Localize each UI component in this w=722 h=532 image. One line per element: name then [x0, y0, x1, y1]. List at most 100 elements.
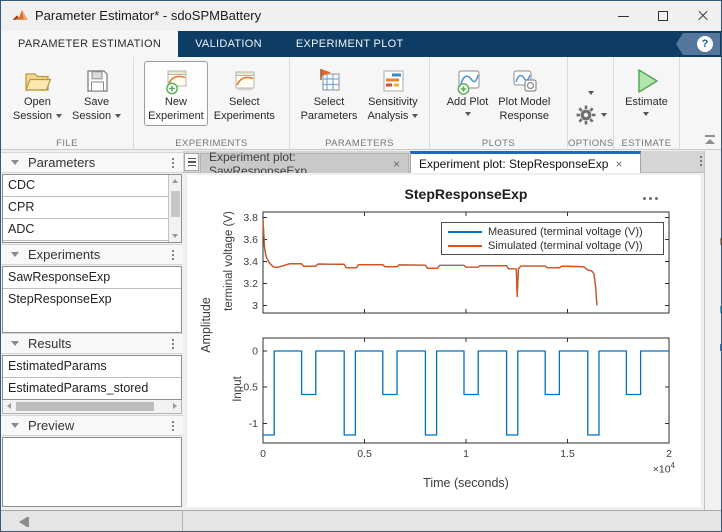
plot-model-response-button[interactable]: Plot Model Response	[494, 61, 554, 126]
plot-model-response-label-2: Response	[500, 110, 550, 124]
title-bar: Parameter Estimator* - sdoSPMBattery	[1, 1, 722, 31]
preview-section-header[interactable]: Preview	[1, 415, 183, 436]
list-item[interactable]: StepResponseExp	[3, 289, 181, 311]
list-item[interactable]: ADC	[3, 219, 181, 241]
minimize-button[interactable]	[603, 1, 643, 31]
new-experiment-label-1: New	[165, 96, 187, 110]
results-horizontal-scrollbar[interactable]	[2, 400, 182, 414]
scroll-up-button[interactable]	[169, 175, 181, 187]
scroll-down-button[interactable]	[169, 230, 181, 242]
document-actions-icon[interactable]	[700, 156, 702, 166]
experiments-menu-icon[interactable]	[172, 250, 174, 260]
sensitivity-analysis-icon	[378, 66, 408, 96]
toolstrip-group-parameters: Select Parameters Sensitivity Analysis P…	[290, 57, 430, 150]
help-icon: ?	[697, 36, 713, 52]
svg-text:3.2: 3.2	[243, 278, 258, 290]
options-mini-dropdown[interactable]	[588, 91, 594, 95]
tab-validation[interactable]: VALIDATION	[178, 31, 279, 57]
doc-tab-saw-response[interactable]: Experiment plot: SawResponseExp ×	[200, 153, 409, 173]
preview-menu-icon[interactable]	[172, 421, 174, 431]
close-tab-icon[interactable]: ×	[393, 157, 400, 171]
chevron-down-icon	[115, 114, 121, 118]
legend-label: Measured (terminal voltage (V))	[488, 226, 643, 238]
scroll-left-button[interactable]	[3, 400, 15, 412]
new-experiment-button[interactable]: New Experiment	[144, 61, 208, 126]
shared-y-label: Amplitude	[199, 280, 213, 370]
parameters-list: CDC CPR ADC	[2, 174, 182, 243]
close-icon	[697, 10, 709, 22]
select-parameters-button[interactable]: Select Parameters	[297, 61, 362, 126]
select-parameters-icon	[314, 66, 344, 96]
toolstrip-group-plots: Add Plot Plot Model Response PLOTS	[430, 57, 568, 150]
svg-text:3.4: 3.4	[243, 256, 258, 268]
chevron-down-icon	[643, 112, 649, 116]
collapse-up-icon	[705, 139, 715, 144]
list-item[interactable]: CPR	[3, 197, 181, 219]
maximize-icon	[658, 11, 668, 21]
chevron-down-icon	[412, 114, 418, 118]
group-caption-parameters: PARAMETERS	[290, 138, 429, 149]
status-bar	[1, 510, 722, 532]
save-session-label-1: Save	[84, 96, 109, 110]
parameters-section-header[interactable]: Parameters	[1, 152, 183, 173]
x-axis-label: Time (seconds)	[263, 476, 669, 490]
help-button[interactable]: ?	[676, 33, 720, 55]
legend-entry: Measured (terminal voltage (V))	[448, 225, 663, 239]
parameters-scrollbar[interactable]	[168, 175, 181, 242]
toolstrip: Open Session Save Session FILE	[1, 57, 722, 150]
doc-tab-step-response[interactable]: Experiment plot: StepResponseExp ×	[410, 151, 641, 173]
preview-box	[2, 437, 182, 507]
list-item[interactable]: CDC	[3, 175, 181, 197]
gear-icon	[575, 104, 597, 126]
results-menu-icon[interactable]	[172, 339, 174, 349]
chevron-down-icon	[56, 114, 62, 118]
list-item[interactable]: EstimatedParams	[3, 356, 181, 378]
save-disk-icon	[82, 66, 112, 96]
list-item[interactable]: EstimatedParams_stored	[3, 378, 181, 400]
top-y-label: terminal voltage (V)	[223, 196, 235, 326]
svg-text:0.5: 0.5	[357, 448, 372, 460]
close-tab-icon[interactable]: ×	[615, 157, 622, 171]
svg-text:1.5: 1.5	[560, 448, 575, 460]
group-caption-plots: PLOTS	[430, 138, 567, 149]
save-session-button[interactable]: Save Session	[68, 61, 125, 126]
collapse-section-icon	[11, 252, 19, 257]
open-folder-icon	[22, 66, 52, 96]
options-button[interactable]	[575, 104, 607, 126]
add-plot-button[interactable]: Add Plot	[443, 61, 493, 119]
select-experiments-button[interactable]: Select Experiments	[210, 61, 279, 126]
tab-parameter-estimation[interactable]: PARAMETER ESTIMATION	[1, 31, 178, 57]
legend-entry: Simulated (terminal voltage (V))	[448, 239, 663, 253]
open-session-button[interactable]: Open Session	[9, 61, 66, 126]
ribbon-tab-bar: PARAMETER ESTIMATION VALIDATION EXPERIME…	[1, 31, 722, 57]
close-button[interactable]	[683, 1, 722, 31]
sensitivity-analysis-button[interactable]: Sensitivity Analysis	[363, 61, 422, 126]
list-item[interactable]: SawResponseExp	[3, 267, 181, 289]
save-session-label-2: Session	[72, 110, 111, 122]
scroll-right-button[interactable]	[169, 400, 181, 412]
scrollbar-thumb[interactable]	[171, 191, 180, 217]
tab-overflow-icon[interactable]	[184, 153, 199, 171]
tab-experiment-plot[interactable]: EXPERIMENT PLOT	[279, 31, 421, 57]
svg-text:2: 2	[666, 448, 672, 460]
select-parameters-label-2: Parameters	[301, 110, 358, 124]
matlab-logo-icon	[12, 7, 29, 24]
add-plot-label: Add Plot	[447, 96, 489, 110]
collapse-panel-icon[interactable]	[19, 517, 30, 527]
plot-legend[interactable]: Measured (terminal voltage (V)) Simulate…	[441, 222, 664, 255]
scrollbar-thumb[interactable]	[16, 402, 154, 411]
legend-label: Simulated (terminal voltage (V))	[488, 240, 643, 252]
experiments-section-header[interactable]: Experiments	[1, 244, 183, 265]
estimate-button[interactable]: Estimate	[621, 61, 672, 119]
svg-text:0: 0	[252, 346, 258, 358]
parameters-menu-icon[interactable]	[172, 158, 174, 168]
svg-text:3.8: 3.8	[243, 212, 258, 224]
plot-model-response-label-1: Plot Model	[498, 96, 550, 110]
browser-panel: Parameters CDC CPR ADC Experiments SawRe…	[1, 151, 183, 510]
collapse-toolstrip-button[interactable]	[705, 135, 715, 144]
new-experiment-icon	[161, 66, 191, 96]
results-section-header[interactable]: Results	[1, 333, 183, 354]
add-plot-icon	[453, 66, 483, 96]
legend-line-simulated	[448, 245, 482, 247]
maximize-button[interactable]	[643, 1, 683, 31]
